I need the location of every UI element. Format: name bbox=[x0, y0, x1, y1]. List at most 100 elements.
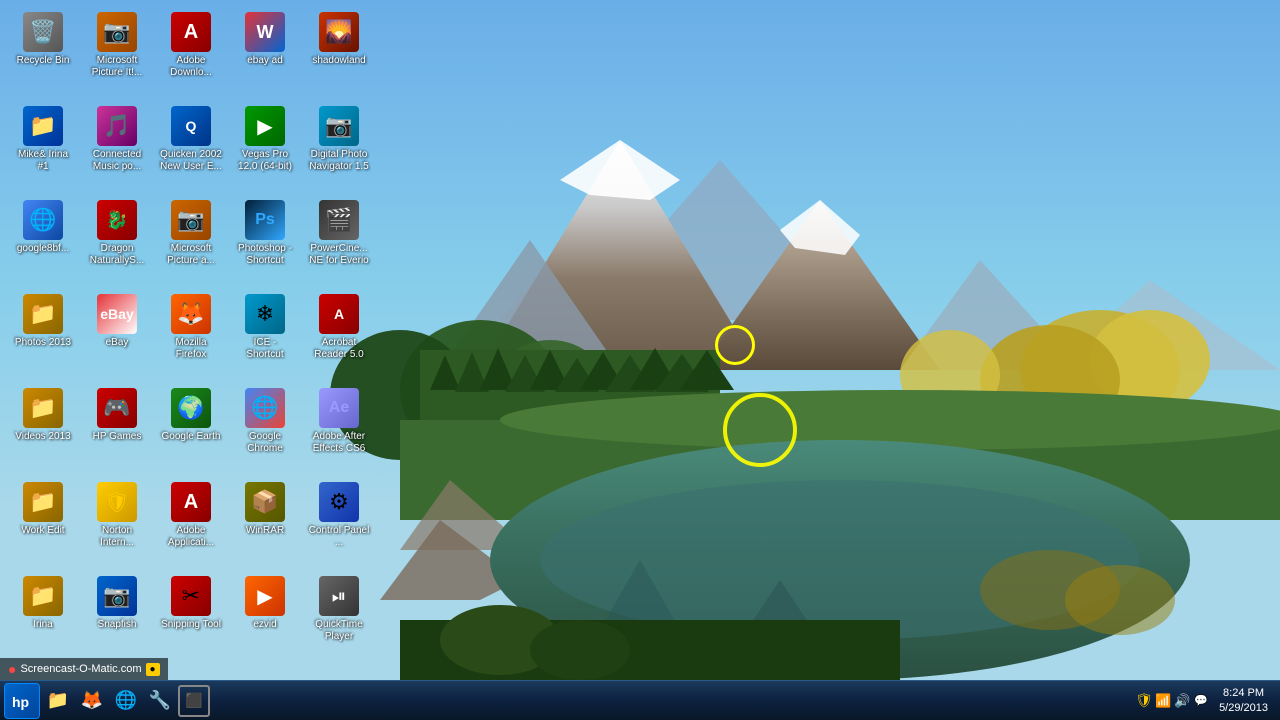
desktop-icon-irina[interactable]: 📁 Irina bbox=[8, 572, 78, 662]
icon-image-firefox: 🦊 bbox=[171, 294, 211, 334]
tray-volume[interactable]: 🔊 bbox=[1174, 693, 1190, 709]
desktop-icon-quicktime[interactable]: ⏯QuickTime Player bbox=[304, 572, 374, 662]
icon-image-google8: 🌐 bbox=[23, 200, 63, 240]
screencast-dot: ● bbox=[8, 661, 16, 677]
desktop-icon-ms-word[interactable]: Webay ad bbox=[230, 8, 300, 98]
desktop-icon-google-earth[interactable]: 🌍 Google Earth bbox=[156, 384, 226, 474]
icon-label-google-chrome: Google Chrome bbox=[234, 431, 296, 455]
desktop-icon-recycle-bin[interactable]: 🗑️Recycle Bin bbox=[8, 8, 78, 98]
desktop-icon-powercine[interactable]: 🎬PowerCine... NE for Everio bbox=[304, 196, 374, 286]
clock-time: 8:24 PM bbox=[1223, 686, 1264, 700]
desktop-icon-connected-music[interactable]: 🎵Connected Music po... bbox=[82, 102, 152, 192]
icon-image-irina: 📁 bbox=[23, 576, 63, 616]
icon-label-google-earth: Google Earth bbox=[162, 431, 221, 443]
taskbar: hp 📁 🦊 🌐 🔧 ⬛ 🛡 📶 🔊 💬 8:24 PM 5/29/2013 bbox=[0, 680, 1280, 720]
desktop-icon-ms-picture2[interactable]: 📷Microsoft Picture a... bbox=[156, 196, 226, 286]
start-area: hp 📁 🦊 🌐 🔧 ⬛ bbox=[0, 681, 214, 720]
desktop-icon-google-chrome[interactable]: 🌐 Google Chrome bbox=[230, 384, 300, 474]
icon-image-videos2013: 📁 bbox=[23, 388, 63, 428]
screencast-watermark: ● Screencast-O-Matic.com ● bbox=[0, 658, 168, 680]
icon-label-shadowland: shadowland bbox=[312, 55, 365, 67]
icon-image-digital-photo: 📷 bbox=[319, 106, 359, 146]
desktop-icon-quicken[interactable]: QQuicken 2002 New User E... bbox=[156, 102, 226, 192]
desktop-icon-dragon[interactable]: 🐉 Dragon NaturallyS... bbox=[82, 196, 152, 286]
icon-label-snipping-tool: Snipping Tool bbox=[161, 619, 221, 631]
icon-label-snapfish: Snapfish bbox=[98, 619, 137, 631]
icon-label-quicktime: QuickTime Player bbox=[308, 619, 370, 643]
icon-label-work-edit: Work Edit bbox=[21, 525, 64, 537]
taskbar-screen[interactable]: ⬛ bbox=[178, 685, 210, 717]
icon-image-adobe-app: A bbox=[171, 482, 211, 522]
hp-start-button[interactable]: hp bbox=[4, 683, 40, 719]
icon-image-powercine: 🎬 bbox=[319, 200, 359, 240]
icon-image-google-earth: 🌍 bbox=[171, 388, 211, 428]
icon-image-google-chrome: 🌐 bbox=[245, 388, 285, 428]
taskbar-tool[interactable]: 🔧 bbox=[144, 685, 176, 717]
desktop-icon-videos2013[interactable]: 📁Videos 2013 bbox=[8, 384, 78, 474]
icon-label-photos2013: Photos 2013 bbox=[15, 337, 71, 349]
desktop-icon-adobe-app[interactable]: A Adobe Applicati... bbox=[156, 478, 226, 568]
icon-image-adobe-ae: Ae bbox=[319, 388, 359, 428]
icon-label-digital-photo: Digital Photo Navigator 1.5 bbox=[308, 149, 370, 173]
desktop-icon-winrar[interactable]: 📦WinRAR bbox=[230, 478, 300, 568]
icon-label-norton: Norton Intern... bbox=[86, 525, 148, 549]
icon-image-ezvid: ▶ bbox=[245, 576, 285, 616]
desktop-icon-firefox[interactable]: 🦊Mozilla Firefox bbox=[156, 290, 226, 380]
icon-image-quicken: Q bbox=[171, 106, 211, 146]
icon-image-winrar: 📦 bbox=[245, 482, 285, 522]
icon-label-ms-word: ebay ad bbox=[247, 55, 283, 67]
desktop-icon-ebay[interactable]: eBayeBay bbox=[82, 290, 152, 380]
desktop-icon-work-edit[interactable]: 📁 Work Edit bbox=[8, 478, 78, 568]
desktop-icon-shadowland[interactable]: 🌄 shadowland bbox=[304, 8, 374, 98]
tray-norton[interactable]: 🛡 bbox=[1136, 693, 1152, 709]
icon-label-recycle-bin: Recycle Bin bbox=[17, 55, 70, 67]
icon-image-ice: ❄ bbox=[245, 294, 285, 334]
desktop-icon-adobe-downlo[interactable]: AAdobe Downlo... bbox=[156, 8, 226, 98]
icon-image-dragon: 🐉 bbox=[97, 200, 137, 240]
tray-chat[interactable]: 💬 bbox=[1193, 693, 1209, 709]
icon-image-ms-picture-it: 📷 bbox=[97, 12, 137, 52]
system-clock[interactable]: 8:24 PM 5/29/2013 bbox=[1213, 681, 1274, 720]
desktop-icon-vegas-pro[interactable]: ▶Vegas Pro 12.0 (64-bit) bbox=[230, 102, 300, 192]
desktop-icon-hp-games[interactable]: 🎮HP Games bbox=[82, 384, 152, 474]
icon-label-photoshop: Photoshop - Shortcut bbox=[234, 243, 296, 267]
desktop-icon-digital-photo[interactable]: 📷 Digital Photo Navigator 1.5 bbox=[304, 102, 374, 192]
desktop-icon-snipping-tool[interactable]: ✂Snipping Tool bbox=[156, 572, 226, 662]
icon-label-control-panel: Control Panel ... bbox=[308, 525, 370, 549]
desktop-icon-norton[interactable]: 🛡Norton Intern... bbox=[82, 478, 152, 568]
taskbar-firefox[interactable]: 🦊 bbox=[76, 685, 108, 717]
icon-image-photos2013: 📁 bbox=[23, 294, 63, 334]
icon-image-shadowland: 🌄 bbox=[319, 12, 359, 52]
icon-image-photoshop: Ps bbox=[245, 200, 285, 240]
icon-label-adobe-ae: Adobe After Effects CS6 bbox=[308, 431, 370, 455]
icon-label-ice: ICE - Shortcut bbox=[234, 337, 296, 361]
desktop-icon-control-panel[interactable]: ⚙ Control Panel ... bbox=[304, 478, 374, 568]
desktop-icon-mike-irina[interactable]: 📁Mike& Irina #1 bbox=[8, 102, 78, 192]
desktop-icon-ms-picture-it[interactable]: 📷Microsoft Picture It!... bbox=[82, 8, 152, 98]
icon-label-irina: Irina bbox=[33, 619, 52, 631]
taskbar-right: 🛡 📶 🔊 💬 8:24 PM 5/29/2013 bbox=[1130, 681, 1280, 720]
icon-image-snapfish: 📷 bbox=[97, 576, 137, 616]
tray-network[interactable]: 📶 bbox=[1155, 693, 1171, 709]
icon-label-google8: google8bf... bbox=[17, 243, 69, 255]
icon-label-ebay: eBay bbox=[106, 337, 129, 349]
icon-image-control-panel: ⚙ bbox=[319, 482, 359, 522]
desktop-icon-photoshop[interactable]: Ps Photoshop - Shortcut bbox=[230, 196, 300, 286]
desktop-icon-snapfish[interactable]: 📷 Snapfish bbox=[82, 572, 152, 662]
desktop-icon-ice[interactable]: ❄ ICE - Shortcut bbox=[230, 290, 300, 380]
desktop-icon-adobe-ae[interactable]: Ae Adobe After Effects CS6 bbox=[304, 384, 374, 474]
icon-label-adobe-app: Adobe Applicati... bbox=[160, 525, 222, 549]
icon-label-ms-picture2: Microsoft Picture a... bbox=[160, 243, 222, 267]
svg-text:hp: hp bbox=[12, 694, 29, 710]
desktop-icon-acrobat[interactable]: AAcrobat Reader 5.0 bbox=[304, 290, 374, 380]
desktop-icon-photos2013[interactable]: 📁 Photos 2013 bbox=[8, 290, 78, 380]
icon-label-dragon: Dragon NaturallyS... bbox=[86, 243, 148, 267]
desktop-icon-ezvid[interactable]: ▶ ezvid bbox=[230, 572, 300, 662]
icon-image-work-edit: 📁 bbox=[23, 482, 63, 522]
desktop-icon-google8[interactable]: 🌐 google8bf... bbox=[8, 196, 78, 286]
screencast-badge: ● bbox=[146, 663, 160, 676]
icon-label-ezvid: ezvid bbox=[253, 619, 276, 631]
taskbar-file-explorer[interactable]: 📁 bbox=[42, 685, 74, 717]
taskbar-chrome[interactable]: 🌐 bbox=[110, 685, 142, 717]
icon-label-acrobat: Acrobat Reader 5.0 bbox=[308, 337, 370, 361]
